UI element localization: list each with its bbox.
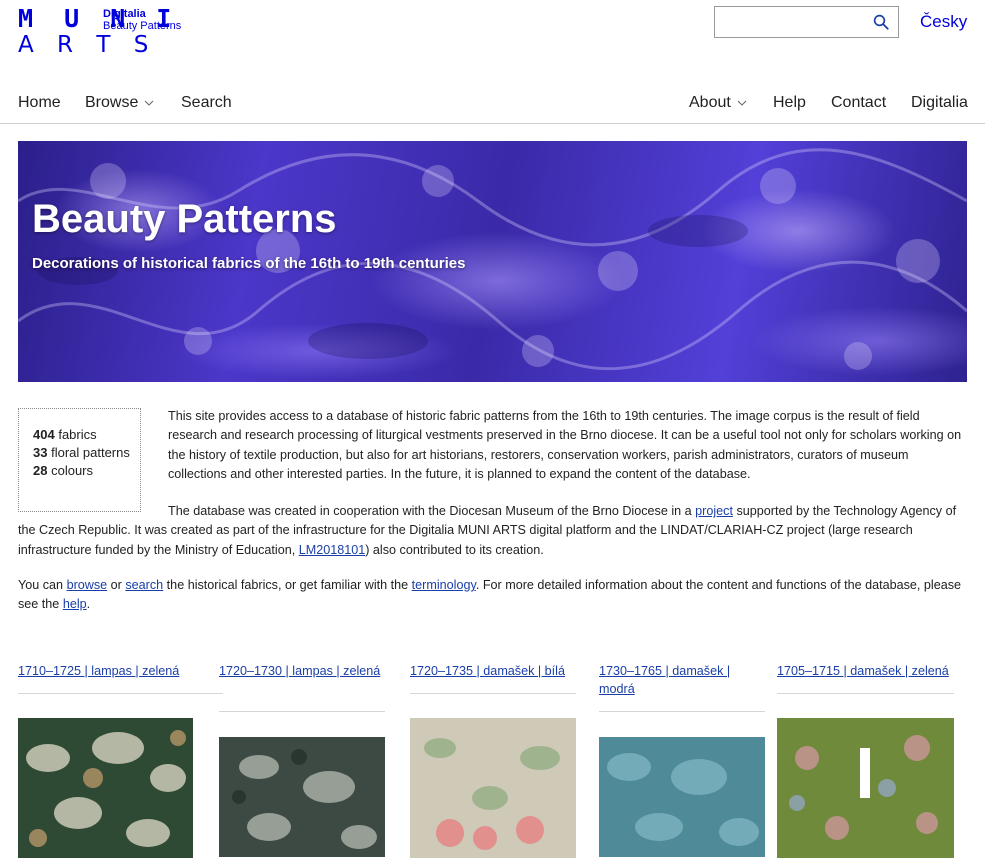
divider [599, 711, 765, 712]
nav-home[interactable]: Home [18, 94, 61, 112]
nav-digitalia[interactable]: Digitalia [911, 94, 968, 112]
logo-subtitle: Digitalia Beauty Patterns [103, 8, 181, 32]
hero-banner: Beauty Patterns Decorations of historica… [18, 141, 967, 382]
fabric-thumbnail[interactable] [219, 737, 385, 857]
fabric-thumbnail[interactable] [777, 718, 954, 858]
hero-subtitle: Decorations of historical fabrics of the… [32, 255, 466, 272]
logo-sub-digitalia: Digitalia [103, 8, 146, 20]
language-switch-link[interactable]: Česky [920, 12, 967, 32]
fabric-item-title[interactable]: 1710–1725 | lampas | zelená [18, 662, 193, 680]
nav-help-label: Help [773, 94, 806, 111]
fabric-thumbnail[interactable] [18, 718, 193, 858]
divider [219, 711, 385, 712]
logo-sub-beauty-patterns: Beauty Patterns [103, 20, 182, 32]
project-link[interactable]: project [695, 504, 733, 518]
search-link[interactable]: search [125, 578, 163, 592]
nav-contact-label: Contact [831, 94, 887, 111]
fabric-thumbnail[interactable] [410, 718, 576, 858]
divider [777, 693, 954, 694]
divider [18, 693, 223, 694]
intro-paragraph-3: You can browse or search the historical … [18, 578, 962, 612]
fabric-item-title[interactable]: 1705–1715 | damašek | zelená [777, 662, 954, 680]
fabric-item: 1730–1765 | damašek | modrá [599, 662, 765, 857]
nav-browse[interactable]: Browse [85, 94, 154, 112]
nav-about-label: About [689, 94, 731, 111]
terminology-link[interactable]: terminology [412, 578, 476, 592]
nav-digitalia-label: Digitalia [911, 94, 968, 111]
logo-arts-text: A R T S [18, 32, 157, 58]
fabric-thumbnail[interactable] [599, 737, 765, 857]
intro-paragraph-1: This site provides access to a database … [168, 409, 962, 482]
nav-help[interactable]: Help [773, 94, 806, 112]
intro-paragraph-2: The database was created in cooperation … [18, 504, 957, 557]
chevron-down-icon [737, 100, 747, 106]
fabric-item: 1720–1735 | damašek | bílá [410, 662, 576, 858]
stats-box: 404 fabrics 33 floral patterns 28 colour… [18, 408, 141, 512]
hero-title: Beauty Patterns [32, 197, 337, 241]
nav-search-label: Search [181, 94, 232, 111]
nav-home-label: Home [18, 94, 61, 111]
browse-link[interactable]: browse [67, 578, 108, 592]
search-input[interactable] [719, 8, 869, 36]
fabric-item-title[interactable]: 1720–1730 | lampas | zelená [219, 662, 385, 680]
help-link[interactable]: help [63, 597, 87, 611]
fabric-item: 1710–1725 | lampas | zelená [18, 662, 223, 858]
nav-browse-label: Browse [85, 94, 139, 111]
main-navigation: Home Browse Search About Help Contact Di… [0, 92, 985, 124]
divider [410, 693, 576, 694]
stat-colours: 28 colours [33, 463, 94, 478]
nav-contact[interactable]: Contact [831, 94, 886, 112]
search-icon[interactable] [872, 13, 890, 31]
header-search [714, 6, 899, 38]
fabric-item-title[interactable]: 1730–1765 | damašek | modrá [599, 662, 765, 698]
fabric-item: 1720–1730 | lampas | zelená [219, 662, 385, 857]
lm2018101-link[interactable]: LM2018101 [299, 543, 366, 557]
chevron-down-icon [145, 100, 154, 106]
fabric-item-title[interactable]: 1720–1735 | damašek | bílá [410, 662, 576, 680]
stat-fabrics: 404 fabrics [33, 427, 97, 442]
nav-search[interactable]: Search [181, 94, 232, 112]
stat-patterns: 33 floral patterns [33, 445, 130, 460]
fabric-item: 1705–1715 | damašek | zelená [777, 662, 954, 858]
nav-about[interactable]: About [689, 94, 747, 112]
